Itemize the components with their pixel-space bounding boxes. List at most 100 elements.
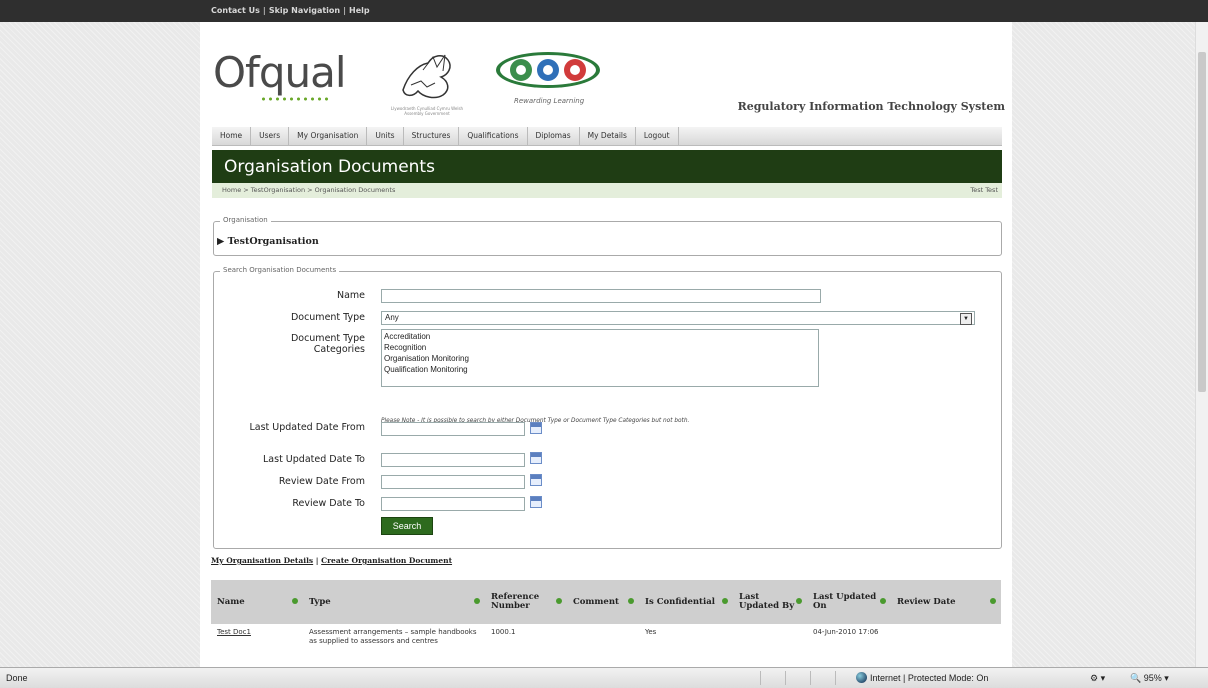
dropdown-arrow-icon[interactable]: ▼ [960, 313, 972, 325]
table-header-row: Name Type Reference Number Comment Is Co… [211, 580, 1001, 624]
search-legend: Search Organisation Documents [220, 266, 340, 274]
last-updated-from-input[interactable] [381, 422, 525, 436]
status-divider [810, 671, 811, 685]
skip-navigation-link[interactable]: Skip Navigation [269, 6, 340, 15]
nav-my-details[interactable]: My Details [580, 127, 636, 145]
top-bar: Contact Us | Skip Navigation | Help [0, 0, 1208, 22]
status-divider [785, 671, 786, 685]
col-name[interactable]: Name [211, 580, 303, 624]
breadcrumb: Home > TestOrganisation > Organisation D… [222, 186, 396, 194]
category-option[interactable]: Organisation Monitoring [384, 353, 816, 364]
last-updated-from-label: Last Updated Date From [249, 422, 365, 433]
action-links: My Organisation Details | Create Organis… [211, 556, 452, 565]
page-title: Organisation Documents [224, 157, 435, 177]
internet-zone-icon [856, 672, 867, 683]
organisation-fieldset: Organisation ▶ TestOrganisation [213, 216, 1002, 256]
sort-icon[interactable] [990, 598, 996, 604]
zoom-level[interactable]: 🔍 95% ▾ [1130, 673, 1169, 684]
category-option[interactable]: Qualification Monitoring [384, 364, 816, 375]
cea-logo [496, 52, 600, 88]
calendar-icon[interactable] [530, 422, 542, 434]
nav-diplomas[interactable]: Diplomas [528, 127, 580, 145]
sort-icon[interactable] [628, 598, 634, 604]
nav-logout[interactable]: Logout [636, 127, 679, 145]
sort-icon[interactable] [722, 598, 728, 604]
ofqual-logo: Ofqual [213, 48, 347, 97]
document-type-label: Document Type [290, 312, 365, 323]
last-updated-to-input[interactable] [381, 453, 525, 467]
protected-mode-icon[interactable]: ⚙ ▾ [1090, 673, 1105, 684]
calendar-icon[interactable] [530, 452, 542, 464]
status-divider [835, 671, 836, 685]
sort-icon[interactable] [474, 598, 480, 604]
category-option[interactable]: Accreditation [384, 331, 816, 342]
documents-table: Name Type Reference Number Comment Is Co… [211, 580, 1001, 650]
sort-icon[interactable] [796, 598, 802, 604]
doc-updated-by [733, 624, 807, 650]
security-zone[interactable]: Internet | Protected Mode: On [870, 673, 988, 683]
sort-icon[interactable] [556, 598, 562, 604]
doc-reference: 1000.1 [491, 628, 516, 636]
status-bar: Done Internet | Protected Mode: On ⚙ ▾ 🔍… [0, 667, 1208, 688]
vertical-scrollbar[interactable] [1195, 22, 1208, 667]
col-last-updated-on[interactable]: Last Updated On [807, 580, 891, 624]
calendar-icon[interactable] [530, 496, 542, 508]
breadcrumb-bar: Home > TestOrganisation > Organisation D… [212, 183, 1002, 198]
ofqual-logo-dots [260, 97, 330, 101]
nav-home[interactable]: Home [212, 127, 252, 145]
review-from-input[interactable] [381, 475, 525, 489]
doc-review-date [891, 624, 1001, 650]
col-reference-number[interactable]: Reference Number [485, 580, 567, 624]
contact-us-link[interactable]: Contact Us [211, 6, 260, 15]
nav-my-organisation[interactable]: My Organisation [289, 127, 368, 145]
col-is-confidential[interactable]: Is Confidential [639, 580, 733, 624]
status-text: Done [6, 673, 28, 683]
nav-qualifications[interactable]: Qualifications [459, 127, 528, 145]
create-organisation-document-link[interactable]: Create Organisation Document [321, 556, 452, 565]
my-organisation-details-link[interactable]: My Organisation Details [211, 556, 313, 565]
expand-icon: ▶ [217, 236, 225, 247]
page-content: Ofqual Llywodraeth Cynulliad Cymru Welsh… [200, 22, 1012, 667]
col-review-date[interactable]: Review Date [891, 580, 1001, 624]
last-updated-to-label: Last Updated Date To [263, 454, 365, 465]
document-type-categories-list[interactable]: Accreditation Recognition Organisation M… [381, 329, 819, 387]
zoom-dropdown-icon[interactable]: ▾ [1164, 673, 1169, 683]
document-type-value: Any [385, 313, 399, 322]
search-button[interactable]: Search [381, 517, 433, 535]
current-user: Test Test [970, 186, 998, 194]
welsh-dragon-logo [402, 54, 451, 99]
col-type[interactable]: Type [303, 580, 485, 624]
col-comment[interactable]: Comment [567, 580, 639, 624]
scrollbar-thumb[interactable] [1198, 52, 1206, 392]
nav-structures[interactable]: Structures [404, 127, 460, 145]
doc-updated-on: 04-Jun-2010 17:06 [813, 628, 879, 636]
welsh-government-caption: Llywodraeth Cynulliad Cymru Welsh Assemb… [390, 106, 464, 116]
organisation-legend: Organisation [220, 216, 271, 224]
help-link[interactable]: Help [349, 6, 370, 15]
name-label: Name [336, 290, 365, 301]
review-to-input[interactable] [381, 497, 525, 511]
nav-users[interactable]: Users [251, 127, 290, 145]
document-type-select[interactable]: Any ▼ [381, 311, 975, 325]
sort-icon[interactable] [880, 598, 886, 604]
calendar-icon[interactable] [530, 474, 542, 486]
main-nav: Home Users My Organisation Units Structu… [212, 127, 1002, 146]
review-from-label: Review Date From [278, 476, 365, 487]
link-separator: | [315, 556, 319, 565]
organisation-name: TestOrganisation [227, 236, 319, 247]
top-link-separator: | [343, 6, 347, 15]
doc-type: Assessment arrangements – sample handboo… [309, 628, 477, 645]
table-row: Test Doc1 Assessment arrangements – samp… [211, 624, 1001, 650]
nav-units[interactable]: Units [367, 127, 404, 145]
category-option[interactable]: Recognition [384, 342, 816, 353]
doc-name-link[interactable]: Test Doc1 [211, 624, 303, 650]
organisation-toggle[interactable]: ▶ TestOrganisation [217, 236, 319, 247]
top-links: Contact Us | Skip Navigation | Help [211, 6, 370, 15]
status-divider [760, 671, 761, 685]
cea-caption: Rewarding Learning [514, 97, 585, 105]
doc-comment [567, 624, 639, 650]
name-input[interactable] [381, 289, 821, 303]
col-last-updated-by[interactable]: Last Updated By [733, 580, 807, 624]
site-header: Ofqual Llywodraeth Cynulliad Cymru Welsh… [210, 30, 1005, 130]
sort-icon[interactable] [292, 598, 298, 604]
